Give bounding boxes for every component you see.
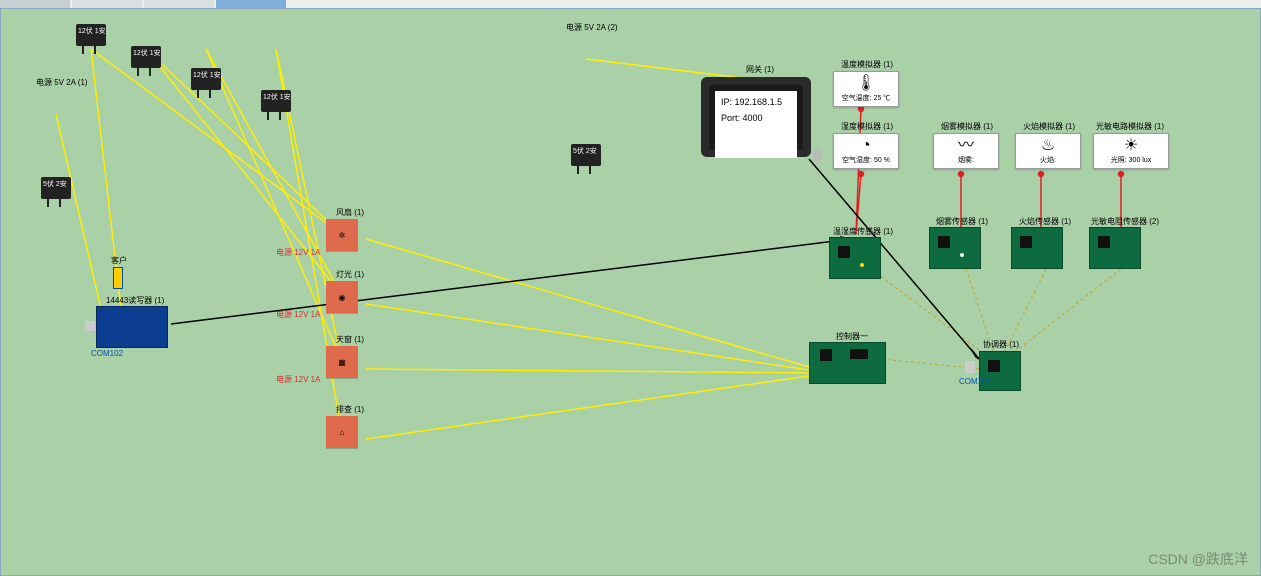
adapter-label: 12伏 1安 (263, 92, 291, 102)
sensor-title: 光敏电阻传感器 (2) (1091, 216, 1159, 227)
sim-value: 光照: 300 lux (1097, 155, 1165, 165)
light-sensor[interactable] (1089, 227, 1141, 269)
sim-title: 湿度模拟器 (1) (841, 121, 893, 132)
sim-title: 光敏电路模拟器 (1) (1096, 121, 1164, 132)
actuator-title: 排查 (1) (336, 404, 364, 415)
adapter-12v[interactable]: 12伏 1安 (131, 46, 161, 68)
fire-simulator[interactable]: ♨ 火焰: (1015, 133, 1081, 169)
drain-icon: ⌂ (340, 428, 345, 437)
adapter-label: 5伏 2安 (43, 179, 67, 189)
sim-value: 烟雾: (937, 155, 995, 165)
adapter-12v[interactable]: 12伏 1安 (76, 24, 106, 46)
ip-label: IP: (721, 97, 732, 107)
com-label: COM102 (91, 349, 123, 358)
th-sensor[interactable] (829, 237, 881, 279)
adapter-12v[interactable]: 12伏 1安 (191, 68, 221, 90)
sensor-title: 火焰传感器 (1) (1019, 216, 1071, 227)
sun-icon: ☀ (1097, 137, 1165, 155)
smoke-icon: 〰 (937, 137, 995, 155)
sim-value: 空气温度: 25 ℃ (837, 93, 895, 103)
drain-actuator[interactable]: ⌂ (326, 416, 358, 448)
usb-icon (965, 361, 975, 373)
tab-strip (0, 0, 1261, 8)
fan-icon: ✲ (339, 231, 346, 240)
usb-icon (85, 321, 95, 331)
temp-simulator[interactable]: 🌡 空气温度: 25 ℃ (833, 71, 899, 107)
adapter-label: 12伏 1安 (193, 70, 221, 80)
actuator-title: 天窗 (1) (336, 334, 364, 345)
actuator-title: 风扇 (1) (336, 207, 364, 218)
controller-title: 控制器一 (836, 331, 868, 342)
tab[interactable] (216, 0, 286, 8)
port-value: 4000 (743, 113, 763, 123)
diagram-canvas[interactable]: 12伏 1安 12伏 1安 12伏 1安 12伏 1安 电源 5V 2A (1)… (0, 8, 1261, 576)
gateway-screen: IP: 192.168.1.5 Port: 4000 (715, 91, 797, 158)
fire-icon: ♨ (1019, 137, 1077, 155)
sensor-title: 温湿度传感器 (1) (833, 226, 893, 237)
window-icon: ▦ (338, 358, 346, 367)
sim-title: 烟雾模拟器 (1) (941, 121, 993, 132)
actuator-title: 灯光 (1) (336, 269, 364, 280)
humidity-icon: ◔ (837, 137, 895, 155)
gateway-port-icon (813, 149, 821, 161)
fan-actuator[interactable]: ✲ (326, 219, 358, 251)
power-req: 电源 12V 1A (276, 374, 320, 385)
com-label: COM101 (959, 377, 991, 386)
coordinator-title: 协调器 (1) (983, 339, 1019, 350)
adapter-label: 12伏 1安 (78, 26, 106, 36)
tab[interactable] (144, 0, 214, 8)
sim-title: 温度模拟器 (1) (841, 59, 893, 70)
adapter-label: 12伏 1安 (133, 48, 161, 58)
bulb-icon: ◉ (339, 293, 346, 302)
user-chip[interactable] (113, 267, 123, 289)
controller-board[interactable] (809, 342, 886, 384)
watermark: CSDN @跌底洋 (1148, 549, 1248, 569)
sensor-title: 烟雾传感器 (1) (936, 216, 988, 227)
wires-layer (1, 9, 1260, 575)
port-label: Port: (721, 113, 740, 123)
sim-value: 火焰: (1019, 155, 1077, 165)
window-actuator[interactable]: ▦ (326, 346, 358, 378)
power-req: 电源 12V 1A (276, 247, 320, 258)
light-actuator[interactable]: ◉ (326, 281, 358, 313)
rfid-reader[interactable] (96, 306, 168, 348)
smoke-sensor[interactable] (929, 227, 981, 269)
light-simulator[interactable]: ☀ 光照: 300 lux (1093, 133, 1169, 169)
adapter-label: 5伏 2安 (573, 146, 597, 156)
adapter-5v[interactable]: 5伏 2安 (571, 144, 601, 166)
adapter-12v[interactable]: 12伏 1安 (261, 90, 291, 112)
ip-value: 192.168.1.5 (735, 97, 783, 107)
gateway-device[interactable]: IP: 192.168.1.5 Port: 4000 (701, 77, 811, 157)
adapter-title: 电源 5V 2A (1) (36, 77, 88, 88)
tab[interactable] (0, 0, 70, 8)
humidity-simulator[interactable]: ◔ 空气湿度: 50 % (833, 133, 899, 169)
tab[interactable] (72, 0, 142, 8)
adapter-5v[interactable]: 5伏 2安 (41, 177, 71, 199)
sim-title: 火焰模拟器 (1) (1023, 121, 1075, 132)
adapter-title: 电源 5V 2A (2) (566, 22, 618, 33)
fire-sensor[interactable] (1011, 227, 1063, 269)
sim-value: 空气湿度: 50 % (837, 155, 895, 165)
reader-title: 14443读写器 (1) (106, 295, 164, 306)
smoke-simulator[interactable]: 〰 烟雾: (933, 133, 999, 169)
power-req: 电源 12V 1A (276, 309, 320, 320)
user-label: 客户 (111, 255, 127, 266)
gateway-title: 网关 (1) (746, 64, 774, 75)
thermometer-icon: 🌡 (837, 75, 895, 93)
